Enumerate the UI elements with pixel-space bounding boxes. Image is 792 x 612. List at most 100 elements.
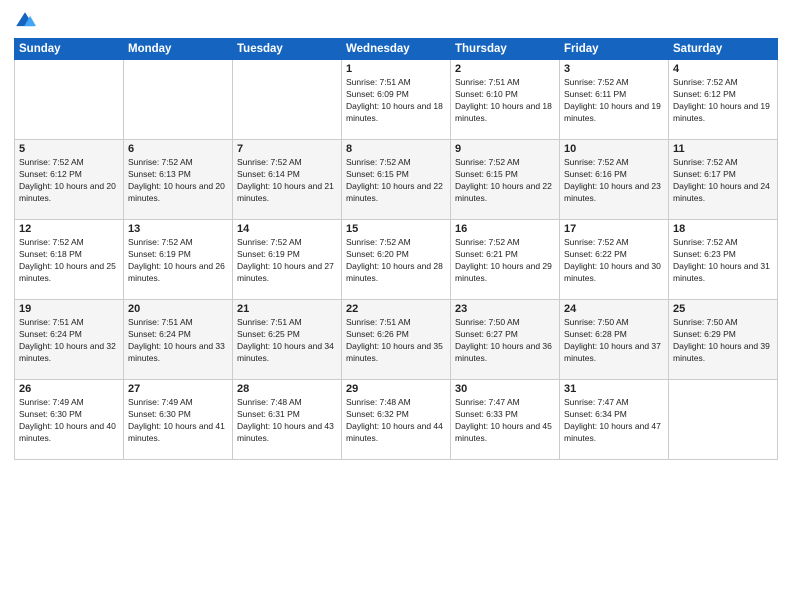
weekday-header-monday: Monday [124, 39, 233, 60]
day-number: 3 [564, 63, 664, 75]
day-info: Sunrise: 7:52 AMSunset: 6:19 PMDaylight:… [237, 237, 337, 285]
weekday-header-sunday: Sunday [15, 39, 124, 60]
day-info: Sunrise: 7:47 AMSunset: 6:33 PMDaylight:… [455, 397, 555, 445]
calendar-cell: 31 Sunrise: 7:47 AMSunset: 6:34 PMDayligh… [560, 380, 669, 460]
calendar-cell: 10 Sunrise: 7:52 AMSunset: 6:16 PMDayligh… [560, 140, 669, 220]
day-info: Sunrise: 7:51 AMSunset: 6:25 PMDaylight:… [237, 317, 337, 365]
calendar-cell: 3 Sunrise: 7:52 AMSunset: 6:11 PMDaylight… [560, 60, 669, 140]
day-number: 4 [673, 63, 773, 75]
day-info: Sunrise: 7:52 AMSunset: 6:16 PMDaylight:… [564, 157, 664, 205]
week-row-4: 19 Sunrise: 7:51 AMSunset: 6:24 PMDayligh… [15, 300, 778, 380]
day-number: 10 [564, 143, 664, 155]
day-number: 27 [128, 383, 228, 395]
day-info: Sunrise: 7:48 AMSunset: 6:32 PMDaylight:… [346, 397, 446, 445]
day-number: 13 [128, 223, 228, 235]
calendar-cell: 23 Sunrise: 7:50 AMSunset: 6:27 PMDayligh… [451, 300, 560, 380]
calendar-cell: 24 Sunrise: 7:50 AMSunset: 6:28 PMDayligh… [560, 300, 669, 380]
weekday-header-thursday: Thursday [451, 39, 560, 60]
day-info: Sunrise: 7:50 AMSunset: 6:28 PMDaylight:… [564, 317, 664, 365]
day-info: Sunrise: 7:52 AMSunset: 6:12 PMDaylight:… [19, 157, 119, 205]
day-info: Sunrise: 7:52 AMSunset: 6:14 PMDaylight:… [237, 157, 337, 205]
day-info: Sunrise: 7:51 AMSunset: 6:26 PMDaylight:… [346, 317, 446, 365]
weekday-header-saturday: Saturday [669, 39, 778, 60]
day-number: 5 [19, 143, 119, 155]
day-number: 25 [673, 303, 773, 315]
day-info: Sunrise: 7:52 AMSunset: 6:17 PMDaylight:… [673, 157, 773, 205]
day-number: 12 [19, 223, 119, 235]
calendar-table: SundayMondayTuesdayWednesdayThursdayFrid… [14, 38, 778, 460]
calendar-cell: 7Sunrise: 7:52 AMSunset: 6:14 PMDaylight… [233, 140, 342, 220]
day-number: 26 [19, 383, 119, 395]
day-number: 31 [564, 383, 664, 395]
weekday-header-friday: Friday [560, 39, 669, 60]
day-info: Sunrise: 7:51 AMSunset: 6:24 PMDaylight:… [128, 317, 228, 365]
calendar-cell: 12 Sunrise: 7:52 AMSunset: 6:18 PMDayligh… [15, 220, 124, 300]
calendar-cell: 28 Sunrise: 7:48 AMSunset: 6:31 PMDayligh… [233, 380, 342, 460]
day-number: 16 [455, 223, 555, 235]
calendar-cell [124, 60, 233, 140]
day-info: Sunrise: 7:52 AMSunset: 6:12 PMDaylight:… [673, 77, 773, 125]
calendar-cell [233, 60, 342, 140]
header [14, 10, 778, 32]
calendar-cell: 13 Sunrise: 7:52 AMSunset: 6:19 PMDayligh… [124, 220, 233, 300]
logo [14, 10, 40, 32]
day-info: Sunrise: 7:51 AMSunset: 6:10 PMDaylight:… [455, 77, 555, 125]
calendar-cell: 30Sunrise: 7:47 AMSunset: 6:33 PMDayligh… [451, 380, 560, 460]
day-info: Sunrise: 7:52 AMSunset: 6:19 PMDaylight:… [128, 237, 228, 285]
day-info: Sunrise: 7:49 AMSunset: 6:30 PMDaylight:… [19, 397, 119, 445]
day-number: 28 [237, 383, 337, 395]
day-number: 11 [673, 143, 773, 155]
day-number: 18 [673, 223, 773, 235]
day-info: Sunrise: 7:52 AMSunset: 6:18 PMDaylight:… [19, 237, 119, 285]
calendar-cell: 14 Sunrise: 7:52 AMSunset: 6:19 PMDayligh… [233, 220, 342, 300]
calendar-cell: 18 Sunrise: 7:52 AMSunset: 6:23 PMDayligh… [669, 220, 778, 300]
calendar-cell: 21 Sunrise: 7:51 AMSunset: 6:25 PMDayligh… [233, 300, 342, 380]
calendar-cell: 2 Sunrise: 7:51 AMSunset: 6:10 PMDaylight… [451, 60, 560, 140]
day-info: Sunrise: 7:52 AMSunset: 6:13 PMDaylight:… [128, 157, 228, 205]
calendar-cell: 19 Sunrise: 7:51 AMSunset: 6:24 PMDayligh… [15, 300, 124, 380]
day-info: Sunrise: 7:51 AMSunset: 6:09 PMDaylight:… [346, 77, 446, 125]
day-info: Sunrise: 7:52 AMSunset: 6:15 PMDaylight:… [455, 157, 555, 205]
day-number: 15 [346, 223, 446, 235]
calendar-cell: 27Sunrise: 7:49 AMSunset: 6:30 PMDayligh… [124, 380, 233, 460]
day-number: 21 [237, 303, 337, 315]
day-info: Sunrise: 7:50 AMSunset: 6:27 PMDaylight:… [455, 317, 555, 365]
day-info: Sunrise: 7:52 AMSunset: 6:11 PMDaylight:… [564, 77, 664, 125]
calendar-cell: 5 Sunrise: 7:52 AMSunset: 6:12 PMDaylight… [15, 140, 124, 220]
calendar-cell: 22 Sunrise: 7:51 AMSunset: 6:26 PMDayligh… [342, 300, 451, 380]
weekday-header-wednesday: Wednesday [342, 39, 451, 60]
day-number: 22 [346, 303, 446, 315]
day-info: Sunrise: 7:48 AMSunset: 6:31 PMDaylight:… [237, 397, 337, 445]
calendar-cell [15, 60, 124, 140]
calendar-cell: 20 Sunrise: 7:51 AMSunset: 6:24 PMDayligh… [124, 300, 233, 380]
calendar-cell: 29Sunrise: 7:48 AMSunset: 6:32 PMDayligh… [342, 380, 451, 460]
calendar-cell: 8Sunrise: 7:52 AMSunset: 6:15 PMDaylight… [342, 140, 451, 220]
day-info: Sunrise: 7:52 AMSunset: 6:22 PMDaylight:… [564, 237, 664, 285]
calendar-cell: 17 Sunrise: 7:52 AMSunset: 6:22 PMDayligh… [560, 220, 669, 300]
day-number: 2 [455, 63, 555, 75]
calendar-cell: 16 Sunrise: 7:52 AMSunset: 6:21 PMDayligh… [451, 220, 560, 300]
day-info: Sunrise: 7:50 AMSunset: 6:29 PMDaylight:… [673, 317, 773, 365]
day-number: 14 [237, 223, 337, 235]
day-number: 23 [455, 303, 555, 315]
calendar-cell: 1 Sunrise: 7:51 AMSunset: 6:09 PMDaylight… [342, 60, 451, 140]
day-number: 19 [19, 303, 119, 315]
day-number: 17 [564, 223, 664, 235]
day-number: 20 [128, 303, 228, 315]
week-row-2: 5 Sunrise: 7:52 AMSunset: 6:12 PMDaylight… [15, 140, 778, 220]
calendar-cell: 25 Sunrise: 7:50 AMSunset: 6:29 PMDayligh… [669, 300, 778, 380]
calendar-cell: 9Sunrise: 7:52 AMSunset: 6:15 PMDaylight… [451, 140, 560, 220]
day-number: 1 [346, 63, 446, 75]
day-number: 24 [564, 303, 664, 315]
day-info: Sunrise: 7:51 AMSunset: 6:24 PMDaylight:… [19, 317, 119, 365]
calendar-cell [669, 380, 778, 460]
week-row-3: 12 Sunrise: 7:52 AMSunset: 6:18 PMDayligh… [15, 220, 778, 300]
calendar-cell: 6 Sunrise: 7:52 AMSunset: 6:13 PMDaylight… [124, 140, 233, 220]
weekday-header-row: SundayMondayTuesdayWednesdayThursdayFrid… [15, 39, 778, 60]
day-number: 6 [128, 143, 228, 155]
week-row-5: 26 Sunrise: 7:49 AMSunset: 6:30 PMDayligh… [15, 380, 778, 460]
day-info: Sunrise: 7:52 AMSunset: 6:20 PMDaylight:… [346, 237, 446, 285]
day-info: Sunrise: 7:47 AMSunset: 6:34 PMDaylight:… [564, 397, 664, 445]
day-info: Sunrise: 7:52 AMSunset: 6:21 PMDaylight:… [455, 237, 555, 285]
day-info: Sunrise: 7:52 AMSunset: 6:23 PMDaylight:… [673, 237, 773, 285]
